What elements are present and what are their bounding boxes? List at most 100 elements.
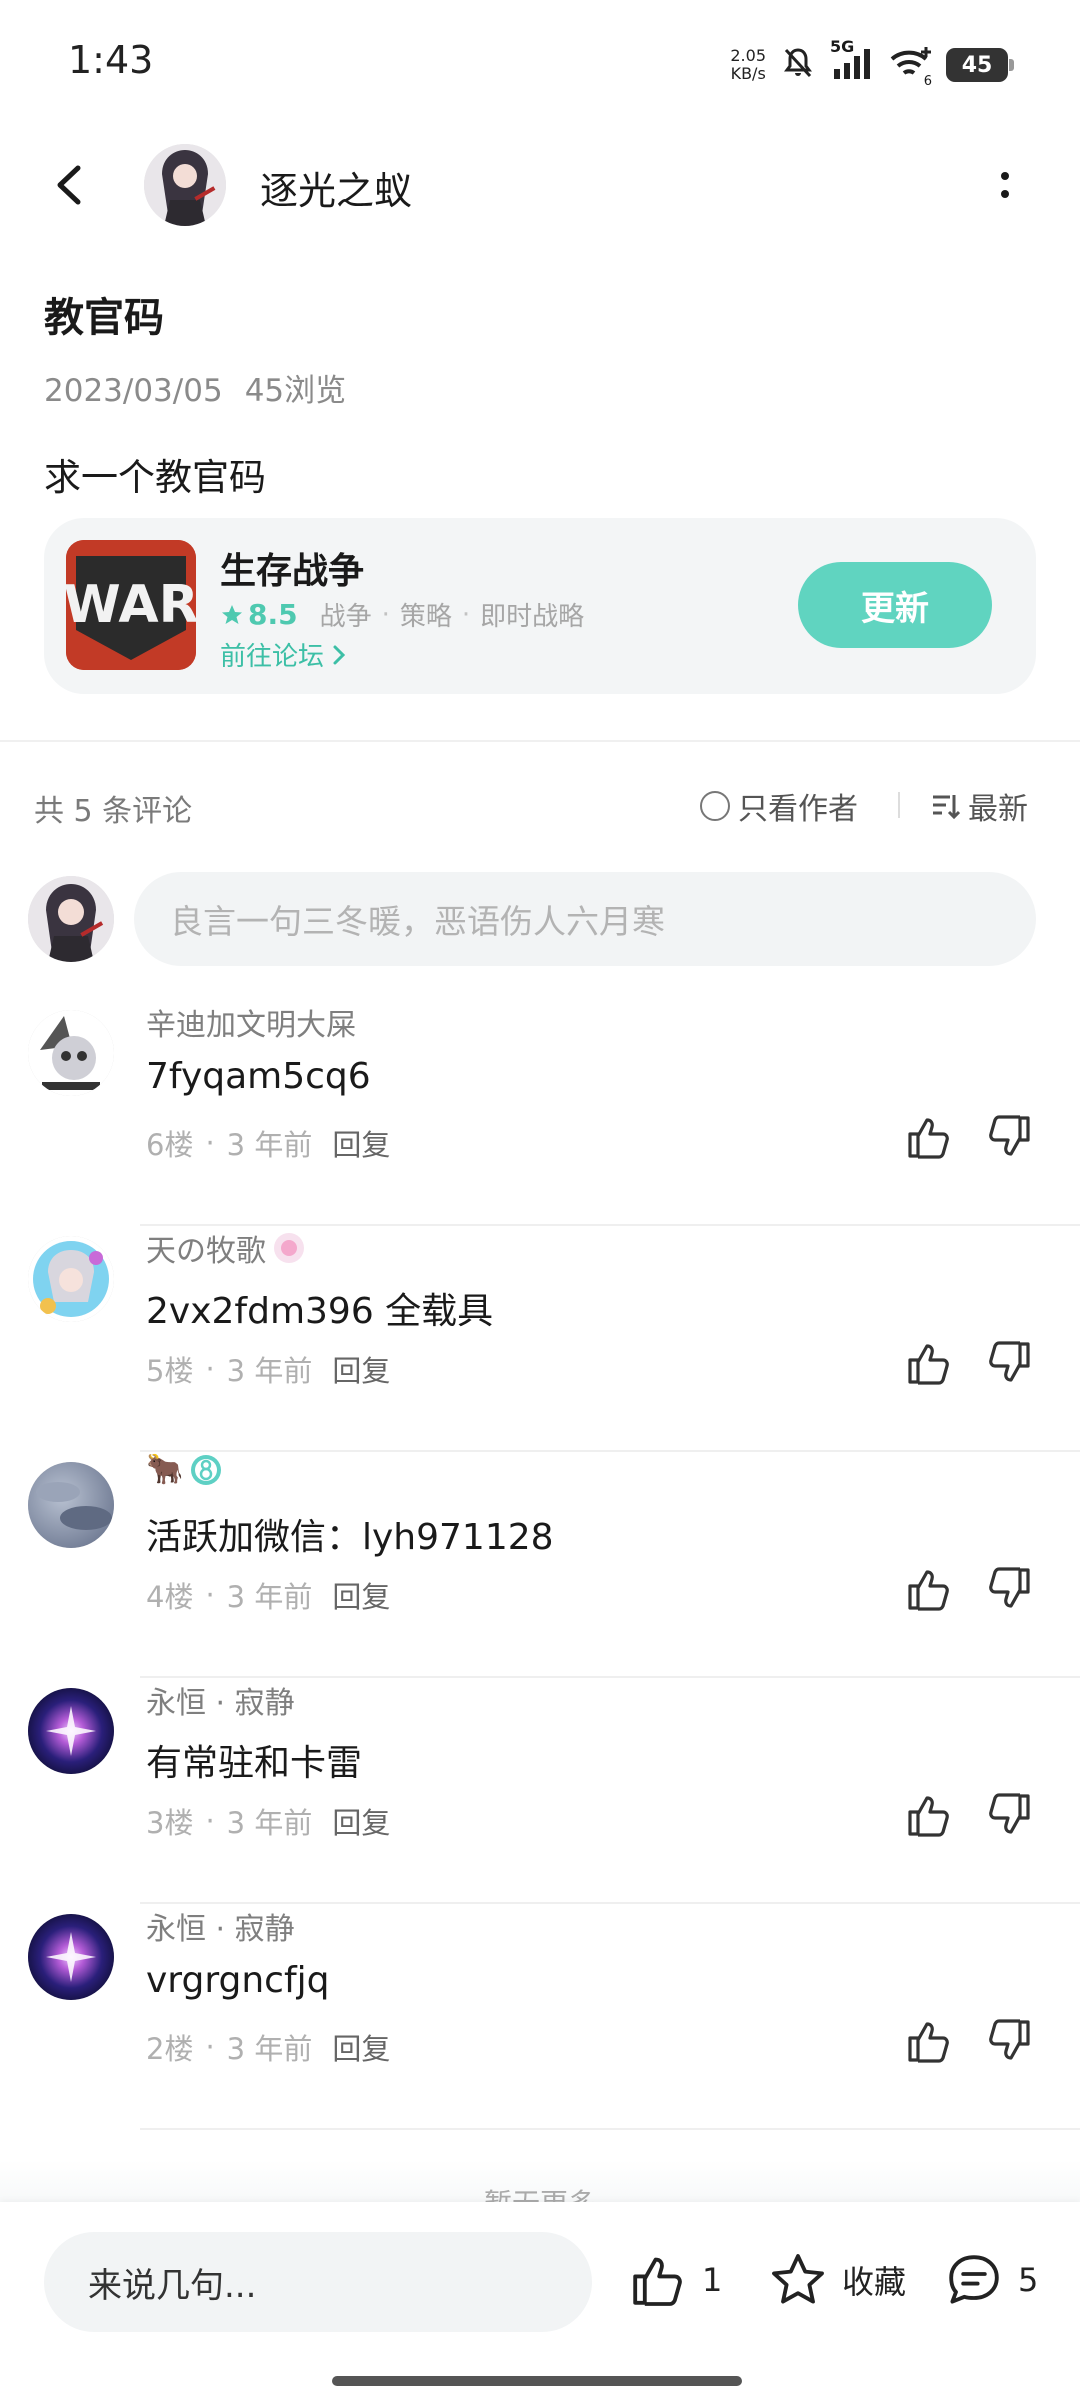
like-button[interactable] [904, 1338, 954, 1388]
post-date: 2023/03/05 [44, 373, 223, 409]
go-to-forum-link[interactable]: 前往论坛 [220, 636, 348, 673]
dislike-button[interactable] [984, 1564, 1034, 1614]
comment-meta: 4楼 · 3 年前 回复 [146, 1574, 390, 1616]
comment-time: 3 年前 [226, 1580, 313, 1614]
commenter-avatar[interactable] [28, 1462, 114, 1548]
section-divider [0, 740, 1080, 742]
star-icon [222, 604, 242, 624]
comments-count: 共 5 条评论 [34, 794, 193, 829]
sort-button[interactable]: 最新 [930, 784, 1028, 828]
author-avatar[interactable] [144, 144, 226, 226]
thumbs-up-icon [908, 2022, 949, 2063]
comments-button[interactable]: 5 [944, 2250, 1038, 2310]
tag-separator: · [461, 599, 471, 630]
signal-5g-icon: 5G [830, 37, 874, 85]
favorite-button[interactable]: 收藏 [768, 2250, 906, 2310]
comment-item: 天の牧歌 2vx2fdm396 全载具 5楼 · 3 年前 回复 [0, 1226, 1080, 1452]
home-indicator[interactable] [332, 2376, 742, 2386]
reply-button[interactable]: 回复 [332, 1800, 390, 1842]
post-header: 逐光之蚁 [0, 130, 1080, 240]
mute-bell-icon [780, 45, 816, 85]
battery-indicator: 45 [946, 48, 1014, 82]
quick-comment-input[interactable]: 来说几句... [44, 2232, 592, 2332]
commenter-name[interactable]: 永恒 · 寂静 [146, 1678, 295, 1722]
reply-button[interactable]: 回复 [332, 2026, 390, 2068]
comment-text: vrgrgncfjq [146, 1960, 330, 2001]
like-button[interactable] [904, 2016, 954, 2066]
comment-item: 永恒 · 寂静 有常驻和卡雷 3楼 · 3 年前 回复 [0, 1678, 1080, 1904]
like-button[interactable] [904, 1790, 954, 1840]
chevron-right-icon [333, 645, 346, 664]
comment-text: 有常驻和卡雷 [146, 1743, 363, 1784]
commenter-name[interactable]: 天の牧歌 [146, 1226, 306, 1270]
commenter-name[interactable]: 🐂 [146, 1452, 223, 1487]
thumbs-down-icon [989, 1341, 1030, 1382]
dislike-button[interactable] [984, 1112, 1034, 1162]
comment-floor: 5楼 [146, 1354, 194, 1388]
header-separator [898, 792, 900, 818]
comment-meta: 6楼 · 3 年前 回复 [146, 1122, 390, 1164]
post-body: 求一个教官码 [44, 456, 266, 499]
game-card[interactable]: WAR 生存战争 8.5 战争 · 策略 · 即时战略 前往论坛 更新 [44, 518, 1036, 694]
comment-input[interactable]: 良言一句三冬暖，恶语伤人六月寒 [134, 872, 1036, 966]
reply-button[interactable]: 回复 [332, 1348, 390, 1390]
comment-item: 辛迪加文明大屎 7fyqam5cq6 6楼 · 3 年前 回复 [0, 1000, 1080, 1226]
back-button[interactable] [46, 160, 96, 210]
commenter-name[interactable]: 永恒 · 寂静 [146, 1904, 295, 1948]
thumbs-down-icon [989, 1115, 1030, 1156]
thumbs-up-icon [908, 1118, 949, 1159]
only-author-toggle[interactable]: 只看作者 [700, 784, 858, 828]
dislike-button[interactable] [984, 2016, 1034, 2066]
author-name[interactable]: 逐光之蚁 [260, 160, 412, 215]
comment-item: 🐂 活跃加微信：lyh971128 4楼 · 3 年前 回复 [0, 1452, 1080, 1678]
network-speed: 2.05 KB/s [730, 46, 766, 83]
comment-item: 永恒 · 寂静 vrgrgncfjq 2楼 · 3 年前 回复 [0, 1904, 1080, 2130]
comment-meta: 3楼 · 3 年前 回复 [146, 1800, 390, 1842]
status-time: 1:43 [68, 38, 154, 82]
commenter-avatar[interactable] [28, 1914, 114, 2000]
comment-count: 5 [1018, 2261, 1039, 2299]
like-button[interactable] [904, 1564, 954, 1614]
thumbs-up-icon [908, 1570, 949, 1611]
game-tags: 8.5 战争 · 策略 · 即时战略 [220, 596, 584, 633]
commenter-avatar[interactable] [28, 1236, 114, 1322]
game-tag: 战争 [319, 602, 372, 632]
reply-button[interactable]: 回复 [332, 1574, 390, 1616]
like-count: 1 [702, 2261, 723, 2299]
comment-meta: 5楼 · 3 年前 回复 [146, 1348, 390, 1390]
game-tag: 即时战略 [480, 602, 585, 632]
comment-time: 3 年前 [226, 1806, 313, 1840]
post-like-button[interactable]: 1 [628, 2250, 722, 2310]
bottom-action-bar: 来说几句... 1 收藏 5 [0, 2202, 1080, 2403]
thumbs-down-icon [989, 1793, 1030, 1834]
user-badge-icon [274, 1233, 304, 1263]
svg-text:WAR: WAR [66, 575, 196, 635]
reply-button[interactable]: 回复 [332, 1122, 390, 1164]
tag-separator: · [381, 599, 390, 630]
dislike-button[interactable] [984, 1338, 1034, 1388]
game-name: 生存战争 [220, 551, 365, 592]
update-button[interactable]: 更新 [798, 562, 992, 648]
status-icons: 2.05 KB/s 5G 6 45 [730, 37, 1014, 90]
more-options-button[interactable] [990, 166, 1020, 206]
post-title: 教官码 [44, 295, 164, 341]
commenter-avatar[interactable] [28, 1010, 114, 1096]
thumbs-down-icon [989, 2019, 1030, 2060]
dislike-button[interactable] [984, 1790, 1034, 1840]
thumbs-down-icon [989, 1567, 1030, 1608]
comment-meta: 2楼 · 3 年前 回复 [146, 2026, 390, 2068]
game-score: 8.5 [220, 598, 298, 631]
comment-floor: 2楼 [146, 2032, 194, 2066]
comment-divider [140, 2128, 1080, 2130]
comment-text: 活跃加微信：lyh971128 [146, 1517, 554, 1558]
commenter-avatar[interactable] [28, 1688, 114, 1774]
comment-time: 3 年前 [226, 1354, 313, 1388]
my-avatar [28, 876, 114, 962]
level-badge-icon [191, 1454, 222, 1485]
like-button[interactable] [904, 1112, 954, 1162]
commenter-name[interactable]: 辛迪加文明大屎 [146, 1000, 356, 1044]
favorite-label: 收藏 [842, 2263, 907, 2301]
post-meta: 2023/03/05 45浏览 [44, 365, 346, 410]
comment-time: 3 年前 [226, 1128, 313, 1162]
status-bar: 1:43 2.05 KB/s 5G 6 45 [0, 0, 1080, 120]
